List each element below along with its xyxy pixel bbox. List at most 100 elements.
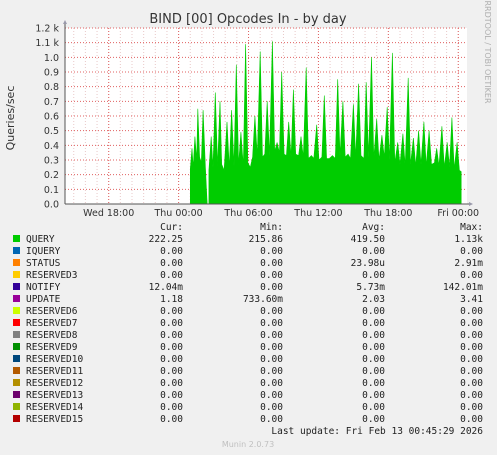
legend-row: RESERVED13 0.00 0.00 0.00 0.00	[13, 390, 483, 401]
legend-cur: 0.00	[160, 342, 183, 353]
legend-min: 0.00	[260, 402, 283, 413]
legend-avg: 0.00	[362, 390, 385, 401]
legend-max: 3.41	[460, 294, 483, 305]
legend-avg: 0.00	[362, 354, 385, 365]
header-cur: Cur:	[160, 222, 183, 233]
legend-swatch	[13, 331, 20, 338]
legend-label: RESERVED10	[26, 354, 83, 365]
legend-avg: 2.03	[362, 294, 385, 305]
legend-label: RESERVED8	[26, 330, 78, 341]
legend-label: QUERY	[26, 234, 55, 245]
legend-max: 0.00	[460, 414, 483, 425]
legend-avg: 0.00	[362, 306, 385, 317]
header-min: Min:	[260, 222, 283, 233]
legend-swatch	[13, 379, 20, 386]
legend-min: 0.00	[260, 366, 283, 377]
legend-row: RESERVED6 0.00 0.00 0.00 0.00	[13, 306, 483, 317]
legend-avg: 0.00	[362, 318, 385, 329]
legend-cur: 0.00	[160, 258, 183, 269]
legend-avg: 23.98u	[351, 258, 385, 269]
legend-min: 215.86	[249, 234, 284, 245]
y-tick-label: 0.8	[44, 82, 59, 93]
y-tick-label: 0.0	[44, 200, 59, 211]
legend-swatch	[13, 403, 20, 410]
legend-row: RESERVED12 0.00 0.00 0.00 0.00	[13, 378, 483, 389]
legend-max: 0.00	[460, 402, 483, 413]
legend-max: 0.00	[460, 330, 483, 341]
legend-row: NOTIFY 12.04m 0.00 5.73m 142.01m	[13, 282, 483, 293]
legend-cur: 0.00	[160, 414, 183, 425]
legend-swatch	[13, 343, 20, 350]
legend-cur: 1.18	[160, 294, 183, 305]
legend-row: RESERVED14 0.00 0.00 0.00 0.00	[13, 402, 483, 413]
legend-swatch	[13, 247, 20, 254]
legend-max: 0.00	[460, 246, 483, 257]
legend-row: IQUERY 0.00 0.00 0.00 0.00	[13, 246, 483, 257]
legend-row: QUERY 222.25 215.86 419.50 1.13k	[13, 234, 483, 245]
legend-row: RESERVED3 0.00 0.00 0.00 0.00	[13, 270, 483, 281]
last-update: Last update: Fri Feb 13 00:45:29 2026	[271, 426, 483, 437]
legend-cur: 0.00	[160, 390, 183, 401]
legend-avg: 0.00	[362, 246, 385, 257]
legend-avg: 0.00	[362, 366, 385, 377]
x-tick-label: Wed 18:00	[83, 208, 134, 219]
legend-row: RESERVED11 0.00 0.00 0.00 0.00	[13, 366, 483, 377]
legend: QUERY 222.25 215.86 419.50 1.13kIQUERY 0.00 0.…	[13, 234, 483, 425]
legend-avg: 5.73m	[356, 282, 385, 293]
rrdtool-credit: RRDTOOL / TOBI OETIKER	[483, 0, 492, 103]
legend-row: RESERVED9 0.00 0.00 0.00 0.00	[13, 342, 483, 353]
legend-label: NOTIFY	[26, 282, 61, 293]
legend-cur: 0.00	[160, 330, 183, 341]
legend-max: 1.13k	[454, 234, 483, 245]
legend-cur: 0.00	[160, 246, 183, 257]
legend-max: 0.00	[460, 390, 483, 401]
legend-max: 0.00	[460, 354, 483, 365]
legend-cur: 0.00	[160, 378, 183, 389]
legend-label: RESERVED11	[26, 366, 83, 377]
legend-swatch	[13, 391, 20, 398]
chart-title: BIND [00] Opcodes In - by day	[149, 12, 347, 27]
legend-min: 0.00	[260, 342, 283, 353]
legend-max: 0.00	[460, 342, 483, 353]
legend-max: 0.00	[460, 318, 483, 329]
munin-version: Munin 2.0.73	[222, 440, 274, 449]
legend-avg: 419.50	[351, 234, 386, 245]
y-tick-label: 0.5	[44, 126, 59, 137]
y-axis-label: Queries/sec	[4, 86, 17, 151]
opcodes-chart: BIND [00] Opcodes In - by day Queries/se…	[4, 0, 492, 449]
legend-swatch	[13, 271, 20, 278]
legend-avg: 0.00	[362, 378, 385, 389]
legend-min: 0.00	[260, 306, 283, 317]
header-max: Max:	[460, 222, 483, 233]
legend-row: STATUS 0.00 0.00 23.98u 2.91m	[13, 258, 483, 269]
y-tick-label: 0.2	[44, 170, 59, 181]
y-tick-labels: 0.0 0.1 0.2 0.3 0.4 0.5 0.6 0.7 0.8 0.9 1.0 1.1 k 1.…	[35, 24, 59, 211]
x-tick-label: Thu 06:00	[223, 208, 272, 219]
legend-row: RESERVED8 0.00 0.00 0.00 0.00	[13, 330, 483, 341]
x-tick-label: Thu 18:00	[363, 208, 412, 219]
x-axis-arrow	[469, 202, 473, 206]
legend-cur: 0.00	[160, 366, 183, 377]
legend-swatch	[13, 355, 20, 362]
y-tick-label: 0.9	[44, 68, 59, 79]
legend-cur: 12.04m	[149, 282, 184, 293]
legend-row: RESERVED15 0.00 0.00 0.00 0.00	[13, 414, 483, 425]
y-tick-label: 0.3	[44, 156, 59, 167]
y-tick-label: 0.4	[44, 141, 59, 152]
legend-label: RESERVED3	[26, 270, 77, 281]
legend-max: 0.00	[460, 306, 483, 317]
legend-max: 142.01m	[443, 282, 483, 293]
legend-max: 2.91m	[454, 258, 483, 269]
legend-swatch	[13, 307, 20, 314]
x-tick-label: Thu 12:00	[293, 208, 342, 219]
y-tick-label: 1.1 k	[35, 38, 59, 49]
legend-min: 0.00	[260, 258, 283, 269]
legend-row: RESERVED10 0.00 0.00 0.00 0.00	[13, 354, 483, 365]
legend-label: RESERVED15	[26, 414, 83, 425]
legend-header: Cur: Min: Avg: Max:	[160, 222, 483, 233]
x-tick-label: Fri 00:00	[437, 208, 479, 219]
header-avg: Avg:	[362, 222, 385, 233]
legend-swatch	[13, 367, 20, 374]
legend-avg: 0.00	[362, 414, 385, 425]
legend-min: 0.00	[260, 246, 283, 257]
